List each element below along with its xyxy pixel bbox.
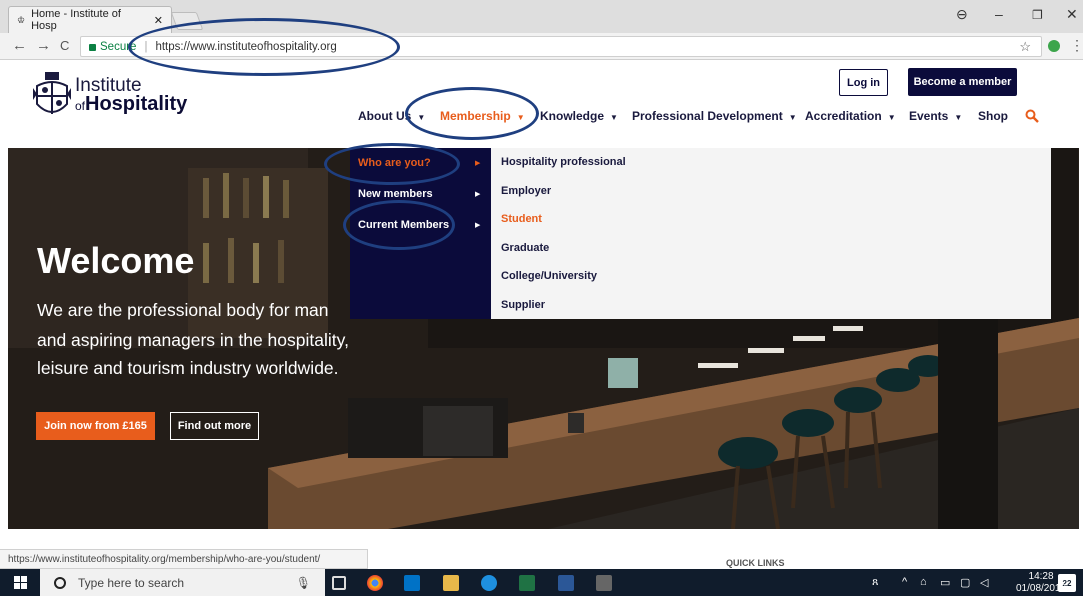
browser-tab[interactable]: ♔ Home - Institute of Hosp ✕ (8, 6, 172, 33)
chevron-right-icon: ▶ (475, 191, 481, 198)
submenu-college-university[interactable]: College/University (501, 270, 597, 282)
join-now-button[interactable]: Join now from £165 (36, 412, 155, 440)
chevron-down-icon: ▼ (954, 113, 963, 122)
tab-title: Home - Institute of Hosp (31, 8, 121, 32)
hero-text-line1: We are the professional body for man (37, 300, 329, 320)
taskbar-clock[interactable]: 14:28 01/08/2018 (1016, 571, 1066, 595)
nav-profdev-label: Professional Development (632, 109, 783, 123)
clock-time: 14:28 (1028, 571, 1054, 582)
annotation-ring-url (128, 18, 400, 76)
volume-icon[interactable]: ◁ (980, 576, 988, 589)
logo-of: of (75, 99, 86, 113)
chrome-icon[interactable] (367, 575, 383, 591)
excel-icon[interactable] (519, 575, 535, 591)
nav-professional-development[interactable]: Professional Development ▼ (632, 109, 797, 123)
display-icon[interactable]: ▢ (960, 576, 970, 589)
outlook-icon[interactable] (404, 575, 420, 591)
search-icon[interactable] (1025, 109, 1039, 123)
bookmark-star-icon[interactable]: ☆ (1019, 39, 1031, 55)
tab-close-icon[interactable]: ✕ (154, 14, 163, 27)
nav-accreditation[interactable]: Accreditation ▼ (805, 109, 896, 123)
favicon-icon: ♔ (17, 14, 26, 25)
cortana-icon (54, 576, 66, 589)
lock-icon (89, 44, 96, 51)
become-member-button[interactable]: Become a member (908, 68, 1017, 96)
close-window-button[interactable]: ✕ (1066, 6, 1078, 23)
restore-button[interactable]: ❐ (1032, 8, 1043, 22)
word-icon[interactable] (558, 575, 574, 591)
back-button[interactable]: ← (12, 37, 27, 54)
people-icon[interactable]: ጸ (872, 576, 878, 589)
nav-shop[interactable]: Shop (978, 109, 1008, 123)
membership-submenu: Hospitality professional Employer Studen… (491, 148, 1051, 319)
chevron-down-icon: ▼ (610, 113, 618, 122)
file-explorer-icon[interactable] (443, 575, 459, 591)
hero-text-line3: leisure and tourism industry worldwide. (37, 358, 339, 378)
windows-start-icon[interactable] (14, 576, 27, 589)
login-button[interactable]: Log in (839, 69, 888, 96)
edge-icon[interactable] (481, 575, 497, 591)
nav-accreditation-label: Accreditation (805, 109, 882, 123)
nav-events[interactable]: Events ▼ (909, 109, 962, 123)
microphone-icon[interactable]: 🎙 (296, 576, 311, 590)
browser-menu-icon[interactable]: ⋮ (1070, 37, 1083, 54)
submenu-graduate[interactable]: Graduate (501, 242, 549, 254)
extension-icon[interactable] (1048, 40, 1060, 52)
windows-taskbar: Type here to search 🎙 ጸ ^ ⌂ ▭ ▢ ◁ 22 (0, 569, 1083, 596)
forward-button[interactable]: → (36, 37, 51, 54)
crest-icon (33, 72, 71, 114)
annotation-ring-current-members (343, 200, 455, 250)
quick-links-heading: QUICK LINKS (726, 558, 785, 568)
chevron-right-icon: ▶ (475, 222, 481, 229)
status-url: https://www.instituteofhospitality.org/m… (0, 549, 368, 569)
network-icon[interactable]: ⌂ (920, 576, 927, 588)
nav-about-us-label: About Us (358, 109, 412, 123)
chevron-down-icon: ▼ (887, 113, 896, 122)
minimize-button[interactable]: – (995, 6, 1003, 22)
tray-chevron-up-icon[interactable]: ^ (902, 576, 907, 588)
annotation-ring-membership (405, 87, 539, 140)
taskbar-search-box[interactable]: Type here to search 🎙 (40, 569, 325, 596)
task-view-icon[interactable] (332, 576, 346, 590)
submenu-supplier[interactable]: Supplier (501, 299, 545, 311)
chevron-down-icon: ▼ (788, 113, 797, 122)
nav-events-label: Events (909, 109, 949, 123)
find-out-more-button[interactable]: Find out more (170, 412, 259, 440)
reload-button[interactable]: C (60, 38, 69, 53)
hero-text-line2: and aspiring managers in the hospitality… (37, 330, 349, 350)
hero-title: Welcome (37, 240, 195, 281)
clock-date: 01/08/2018 (1016, 583, 1067, 594)
nav-knowledge-label: Knowledge (540, 109, 605, 123)
submenu-employer[interactable]: Employer (501, 185, 551, 197)
account-icon[interactable]: ⊖ (956, 6, 968, 23)
taskbar-search-placeholder: Type here to search (78, 575, 185, 590)
submenu-student[interactable]: Student (501, 213, 542, 225)
submenu-hospitality-professional[interactable]: Hospitality professional (501, 156, 626, 168)
logo-line2: Hospitality (85, 93, 188, 115)
nav-knowledge[interactable]: Knowledge ▼ (540, 109, 618, 123)
battery-icon[interactable]: ▭ (940, 576, 950, 589)
calculator-icon[interactable] (596, 575, 612, 591)
site-logo[interactable]: Institute ofHospitality (33, 70, 187, 122)
chevron-right-icon: ▶ (475, 160, 481, 167)
menu-new-members[interactable]: New members (358, 188, 433, 200)
annotation-ring-who-are-you (324, 143, 460, 185)
